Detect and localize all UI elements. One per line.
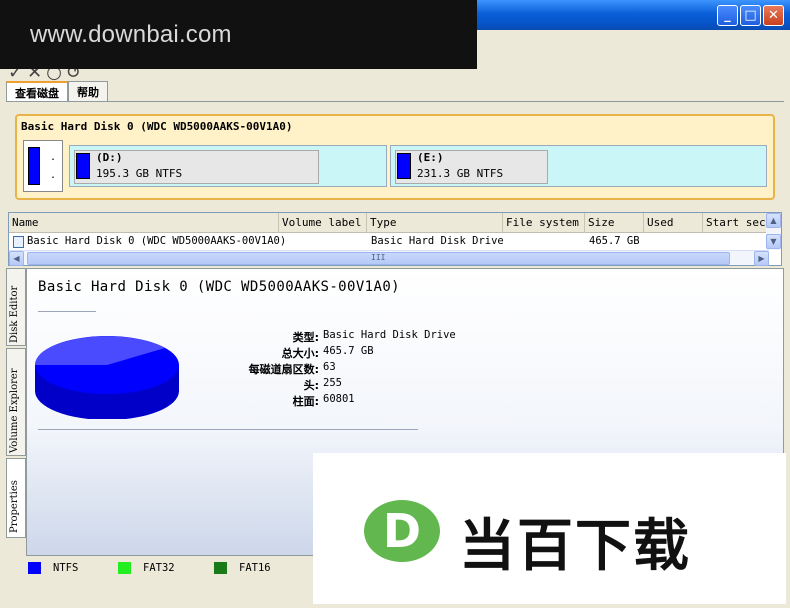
disk-icon xyxy=(13,236,24,248)
col-used[interactable]: Used xyxy=(644,213,703,233)
list-vertical-scrollbar[interactable]: ▲ ▼ xyxy=(766,213,781,250)
prop-total-size-value: 465.7 GB xyxy=(323,345,374,357)
list-header: Name Volume label Type File system Size … xyxy=(9,213,769,233)
tab-help[interactable]: 帮助 xyxy=(68,81,108,101)
tab-view-disk[interactable]: 查看磁盘 xyxy=(6,81,68,101)
partition-d[interactable]: (D:) 195.3 GB NTFS xyxy=(69,145,387,187)
prop-heads-key: 头: xyxy=(303,379,319,392)
disk-map-title: Basic Hard Disk 0 (WDC WD5000AAKS-00V1A0… xyxy=(21,120,293,133)
side-tab-strip: Disk Editor Volume Explorer Properties xyxy=(6,268,26,550)
col-type[interactable]: Type xyxy=(367,213,503,233)
tab-properties[interactable]: Properties xyxy=(6,458,26,538)
col-size[interactable]: Size xyxy=(585,213,644,233)
prop-total-size-key: 总大小: xyxy=(281,347,319,360)
scroll-up-icon[interactable]: ▲ xyxy=(766,213,781,228)
site-logo: D 当百下载 xyxy=(313,453,786,604)
disk-map-panel[interactable]: Basic Hard Disk 0 (WDC WD5000AAKS-00V1A0… xyxy=(15,114,775,200)
scroll-grip: III xyxy=(371,253,386,262)
properties-divider xyxy=(38,429,418,430)
scroll-down-icon[interactable]: ▼ xyxy=(766,234,781,249)
partition-d-swatch xyxy=(76,153,90,179)
properties-title: Basic Hard Disk 0 (WDC WD5000AAKS-00V1A0… xyxy=(38,279,400,295)
disk-list[interactable]: Name Volume label Type File system Size … xyxy=(8,212,782,266)
tab-divider xyxy=(6,101,784,102)
logo-text: 当百下载 xyxy=(459,514,691,579)
logo-letter: D xyxy=(383,504,421,558)
scroll-thumb[interactable]: III xyxy=(27,252,730,265)
tab-disk-editor[interactable]: Disk Editor xyxy=(6,268,26,346)
maximize-button[interactable]: □ xyxy=(740,5,761,26)
tab-volume-explorer-label: Volume Explorer xyxy=(9,368,20,453)
prop-type-key: 类型: xyxy=(292,331,319,344)
close-button[interactable]: ✕ xyxy=(763,5,784,26)
prop-sectors-key: 每磁道扇区数: xyxy=(248,363,319,376)
row-type: Basic Hard Disk Drive xyxy=(371,235,504,247)
disk-overview-dots: . . xyxy=(50,152,57,181)
minimize-button[interactable]: _ xyxy=(717,5,738,26)
partition-e-size: 231.3 GB NTFS xyxy=(417,167,504,180)
col-start-sector[interactable]: Start sect xyxy=(703,213,769,233)
disk-pie-chart xyxy=(35,336,179,419)
disk-overview[interactable]: . . xyxy=(23,140,63,192)
partition-e-swatch xyxy=(397,153,411,179)
partition-e[interactable]: (E:) 231.3 GB NTFS xyxy=(390,145,767,187)
row-size: 465.7 GB xyxy=(589,235,640,247)
scroll-right-icon[interactable]: ▶ xyxy=(754,251,769,266)
list-horizontal-scrollbar[interactable]: ◀ III ▶ xyxy=(9,250,769,266)
scroll-left-icon[interactable]: ◀ xyxy=(9,251,24,266)
prop-cylinders-value: 60801 xyxy=(323,393,355,405)
title-underline xyxy=(38,311,96,312)
prop-heads-value: 255 xyxy=(323,377,342,389)
legend-fat16: FAT16 xyxy=(214,562,271,574)
tab-strip: 查看磁盘 帮助 xyxy=(6,81,108,101)
partition-d-size: 195.3 GB NTFS xyxy=(96,167,183,180)
logo-mark: D xyxy=(364,500,440,562)
prop-type-value: Basic Hard Disk Drive xyxy=(323,329,456,341)
disk-overview-bar xyxy=(28,147,40,185)
legend-fat16-swatch xyxy=(214,562,227,574)
legend-ntfs-swatch xyxy=(28,562,41,574)
legend-ntfs: NTFS xyxy=(28,562,78,574)
watermark-text: www.downbai.com xyxy=(30,20,232,48)
legend-fat32: FAT32 xyxy=(118,562,175,574)
tab-disk-editor-label: Disk Editor xyxy=(9,285,20,343)
legend-fat32-swatch xyxy=(118,562,131,574)
partition-d-label: (D:) xyxy=(96,151,123,164)
tab-properties-label: Properties xyxy=(9,480,20,533)
legend-fat16-label: FAT16 xyxy=(239,562,271,574)
watermark-banner: www.downbai.com xyxy=(0,0,477,69)
col-name[interactable]: Name xyxy=(9,213,279,233)
properties-fields: 类型: Basic Hard Disk Drive 总大小: 465.7 GB 每磁… xyxy=(187,329,487,409)
legend-ntfs-label: NTFS xyxy=(53,562,79,574)
col-file-system[interactable]: File system xyxy=(503,213,585,233)
prop-sectors-value: 63 xyxy=(323,361,336,373)
tab-volume-explorer[interactable]: Volume Explorer xyxy=(6,348,26,456)
prop-cylinders-key: 柱面: xyxy=(292,395,319,408)
table-row[interactable]: Basic Hard Disk 0 (WDC WD5000AAKS-00V1A0… xyxy=(9,234,769,250)
row-name: Basic Hard Disk 0 (WDC WD5000AAKS-00V1A0… xyxy=(27,235,287,247)
window-controls: _ □ ✕ xyxy=(717,5,784,26)
legend-fat32-label: FAT32 xyxy=(143,562,175,574)
partition-e-label: (E:) xyxy=(417,151,444,164)
col-volume-label[interactable]: Volume label xyxy=(279,213,367,233)
